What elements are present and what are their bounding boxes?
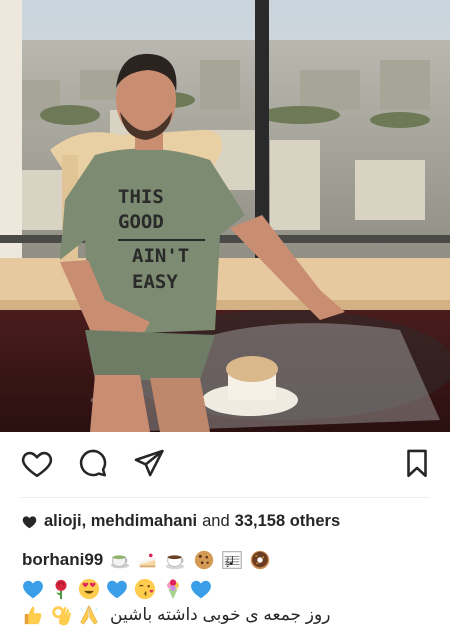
post-photo-illustration: THIS GOOD AIN'T EASY	[0, 0, 450, 432]
ok-hand-icon	[52, 606, 72, 626]
cookie-icon	[195, 550, 214, 570]
red-rose-icon	[55, 579, 67, 600]
tea-cup-icon	[111, 555, 130, 569]
shirt-text-line-2: GOOD	[118, 211, 164, 233]
heart-outline-icon[interactable]	[20, 446, 54, 480]
likes-others-count[interactable]: 33,158 others	[235, 512, 340, 531]
heart-eyes-face-icon	[78, 578, 100, 600]
caption-line-2	[22, 578, 218, 600]
blue-heart-icon	[107, 580, 127, 599]
bouquet-icon	[167, 579, 179, 600]
music-sheet-icon: 𝄞	[222, 551, 242, 569]
shirt-text-line-1: THIS	[118, 186, 164, 208]
divider	[20, 497, 430, 498]
paper-plane-icon[interactable]	[132, 446, 166, 480]
likes-connector: and	[202, 512, 230, 530]
shirt-text-line-3: AIN'T	[132, 245, 189, 267]
likes-summary[interactable]: alioji, mehdimahani and 33,158 others	[22, 512, 340, 531]
thumbs-up-icon	[24, 606, 42, 625]
kissing-face-icon	[134, 578, 156, 600]
donut-icon	[251, 550, 270, 570]
blue-heart-icon	[191, 580, 211, 599]
caption-line-3: روز جمعه ی خوبی داشته باشین	[22, 604, 330, 626]
likes-users[interactable]: alioji, mehdimahani	[44, 512, 197, 531]
heart-filled-icon	[22, 515, 37, 528]
shirt-text-line-4: EASY	[132, 271, 178, 293]
folded-hands-icon	[80, 605, 98, 625]
svg-text:𝄞: 𝄞	[225, 557, 230, 568]
blue-heart-icon	[23, 580, 43, 599]
caption-username[interactable]: borhani99	[22, 550, 103, 570]
caption-line-1: borhani99 𝄞	[22, 549, 277, 571]
bookmark-icon[interactable]	[400, 446, 434, 480]
post-photo[interactable]: THIS GOOD AIN'T EASY	[0, 0, 450, 432]
comment-bubble-icon[interactable]	[76, 446, 110, 480]
cake-slice-icon	[140, 553, 156, 568]
caption-text: روز جمعه ی خوبی داشته باشین	[110, 605, 331, 624]
post-action-bar	[0, 432, 450, 498]
coffee-cup-icon	[166, 555, 185, 570]
